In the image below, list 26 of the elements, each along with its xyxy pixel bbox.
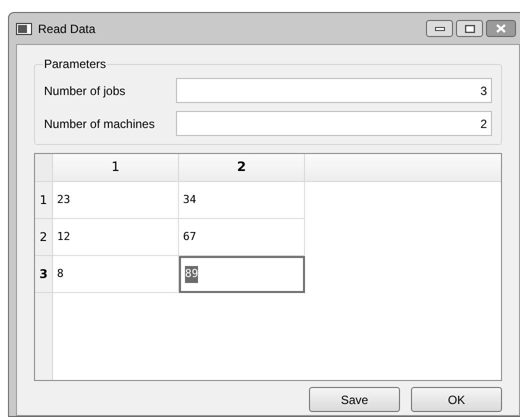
table-cell[interactable]: 67 xyxy=(179,219,305,256)
row-header[interactable]: 3 xyxy=(35,256,53,293)
dialog-button[interactable]: Save xyxy=(309,387,400,412)
table-cell[interactable]: 8 xyxy=(53,256,179,293)
window-title: Read Data xyxy=(38,20,96,38)
window-icon xyxy=(16,22,32,34)
row-header[interactable]: 2 xyxy=(35,219,53,256)
maximize-icon xyxy=(464,24,474,32)
close-button[interactable] xyxy=(486,20,516,37)
minimize-icon xyxy=(434,26,444,30)
table-cell[interactable]: 89 xyxy=(179,256,305,293)
field-label: Number of machines xyxy=(44,116,156,132)
close-icon xyxy=(496,24,506,33)
row-header[interactable]: 1 xyxy=(35,182,53,219)
table-cell[interactable]: 34 xyxy=(179,182,305,219)
dialog-button[interactable]: OK xyxy=(411,387,502,412)
maximize-button[interactable] xyxy=(456,20,483,37)
minimize-button[interactable] xyxy=(426,20,453,37)
column-header[interactable]: 2 xyxy=(179,154,305,181)
number-field[interactable]: 2 xyxy=(176,111,492,136)
table-cell[interactable]: 23 xyxy=(53,182,179,219)
field-label: Number of jobs xyxy=(44,82,126,100)
group-title: Parameters xyxy=(43,57,108,71)
number-field[interactable]: 3 xyxy=(176,78,492,103)
table-cell[interactable]: 12 xyxy=(53,219,179,256)
column-header[interactable]: 1 xyxy=(53,154,179,181)
